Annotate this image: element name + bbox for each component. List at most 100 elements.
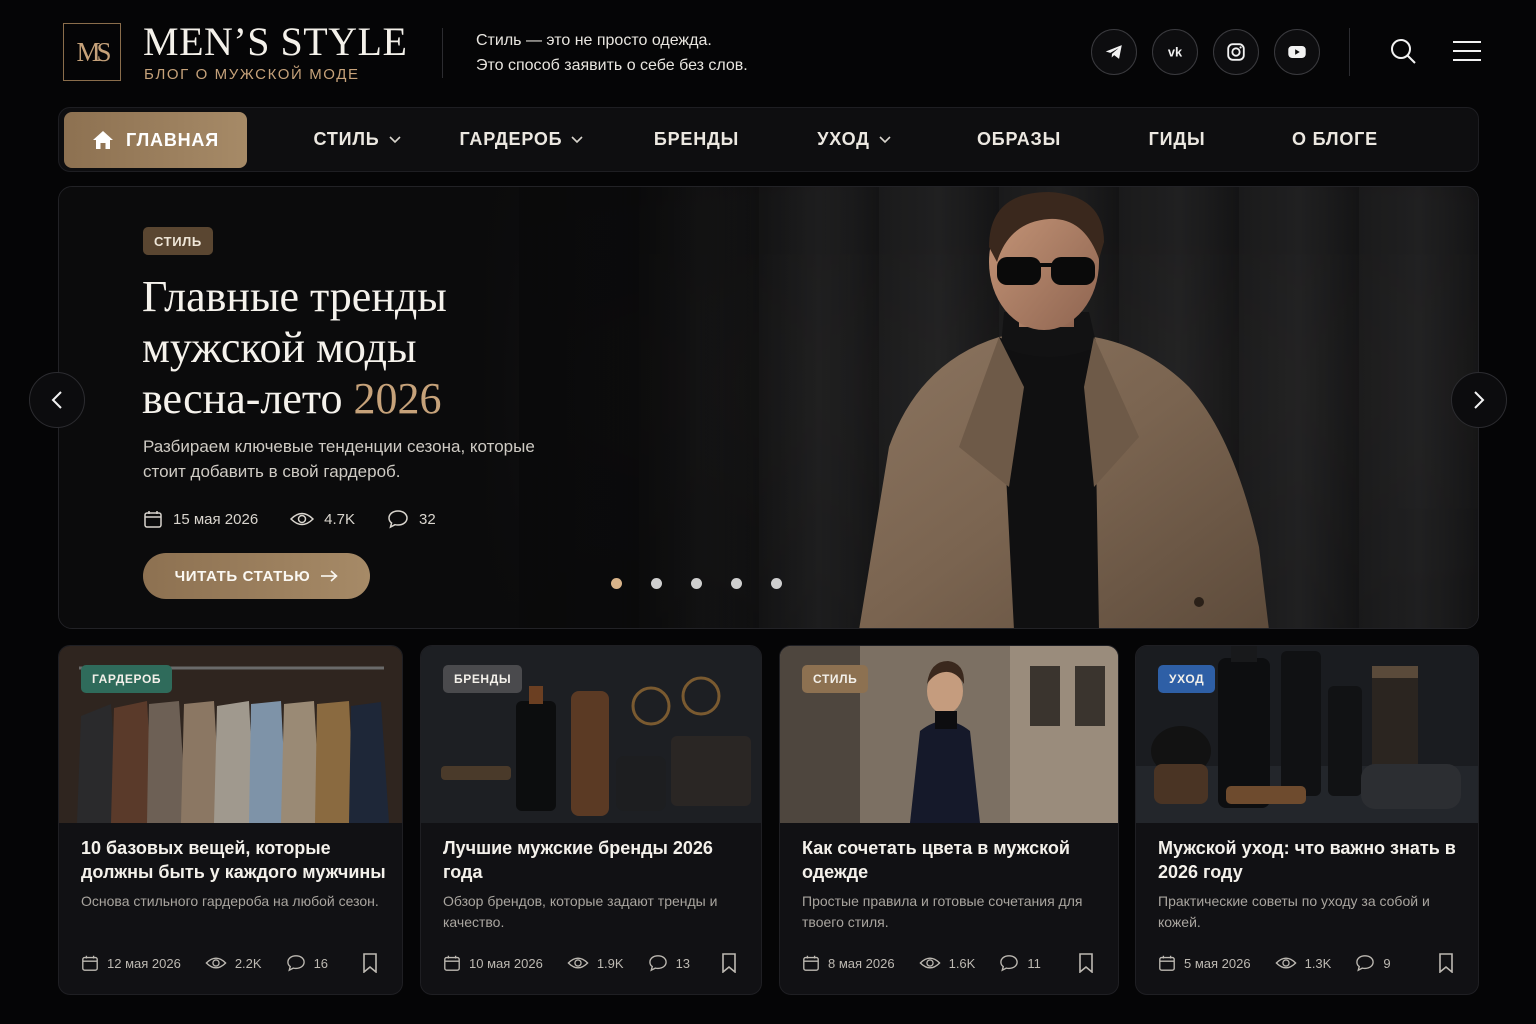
slider-dot[interactable] — [611, 578, 622, 589]
site-title[interactable]: MEN’S STYLE — [143, 18, 407, 65]
slider-next-button[interactable] — [1451, 372, 1507, 428]
comment-icon — [1356, 955, 1375, 972]
card-description: Простые правила и готовые сочетания для … — [802, 893, 1083, 930]
hero-slider: СТИЛЬ Главные тренды мужской моды весна-… — [58, 186, 1479, 629]
nav-item-style[interactable]: СТИЛЬ — [287, 108, 427, 171]
youtube-icon — [1288, 46, 1306, 58]
chevron-left-icon — [51, 391, 62, 409]
instagram-button[interactable] — [1213, 29, 1259, 75]
card-image-grooming-products: УХОД — [1136, 646, 1478, 823]
slider-dot[interactable] — [771, 578, 782, 589]
bookmark-icon[interactable] — [1078, 953, 1094, 973]
telegram-icon — [1105, 45, 1122, 59]
menu-button[interactable] — [1452, 36, 1482, 66]
logo-mark[interactable]: MS — [63, 23, 121, 81]
site-subtitle: БЛОГ О МУЖСКОЙ МОДЕ — [144, 66, 360, 83]
card-views-count: 1.9K — [596, 955, 624, 971]
slider-dot[interactable] — [651, 578, 662, 589]
card-date-text: 10 мая 2026 — [469, 955, 543, 971]
card-date: 12 мая 2026 — [81, 954, 181, 972]
slider-pagination — [611, 578, 811, 589]
nav-item-brands[interactable]: БРЕНДЫ — [629, 108, 764, 171]
calendar-icon — [144, 511, 162, 528]
nav-item-care[interactable]: УХОД — [804, 108, 904, 171]
card-category-badge[interactable]: УХОД — [1158, 665, 1216, 693]
main-nav: ГЛАВНАЯ СТИЛЬ ГАРДЕРОБ БРЕНДЫ УХОД ОБРАЗ… — [58, 107, 1479, 172]
card-date-text: 8 мая 2026 — [828, 955, 895, 971]
card-description: Основа стильного гардероба на любой сезо… — [81, 893, 379, 909]
article-card[interactable]: БРЕНДЫ Лучшие мужские бренды 2026 года О… — [420, 645, 762, 995]
hero-comments-count: 32 — [419, 510, 436, 528]
card-title[interactable]: Мужской уход: что важно знать в 2026 год… — [1158, 836, 1468, 884]
arrow-right-icon — [321, 570, 339, 582]
slider-dot[interactable] — [691, 578, 702, 589]
calendar-icon — [82, 955, 98, 971]
article-card[interactable]: СТИЛЬ Как сочетать цвета в мужской одежд… — [779, 645, 1119, 995]
eye-icon — [567, 957, 589, 969]
article-card[interactable]: УХОД Мужской уход: что важно знать в 202… — [1135, 645, 1479, 995]
card-comments-count: 16 — [313, 955, 329, 971]
nav-item-label: ГИДЫ — [1148, 129, 1206, 149]
card-title[interactable]: Лучшие мужские бренды 2026 года — [443, 836, 753, 884]
nav-item-wardrobe[interactable]: ГАРДЕРОБ — [454, 108, 589, 171]
nav-item-label: ГАРДЕРОБ — [459, 129, 563, 149]
nav-item-label: СТИЛЬ — [313, 129, 380, 149]
card-description: Практические советы по уходу за собой и … — [1158, 893, 1430, 930]
article-card[interactable]: ГАРДЕРОБ 10 базовых вещей, которые должн… — [58, 645, 403, 995]
hero-meta: 15 мая 2026 4.7K 32 — [143, 509, 468, 529]
site-header: MS MEN’S STYLE БЛОГ О МУЖСКОЙ МОДЕ Стиль… — [0, 0, 1536, 105]
card-comments[interactable]: 9 — [1355, 954, 1391, 972]
vk-icon: vk — [1168, 45, 1183, 60]
nav-item-label: О БЛОГЕ — [1292, 129, 1378, 149]
card-category-badge[interactable]: ГАРДЕРОБ — [81, 665, 173, 693]
hero-title-line-2: мужской моды — [142, 323, 417, 372]
nav-item-label: ГЛАВНАЯ — [126, 129, 219, 150]
card-category-badge[interactable]: СТИЛЬ — [802, 665, 869, 693]
card-title[interactable]: Как сочетать цвета в мужской одежде — [802, 836, 1112, 884]
comment-icon — [648, 955, 667, 972]
hero-comments[interactable]: 32 — [387, 509, 436, 529]
card-date: 5 мая 2026 — [1158, 954, 1251, 972]
header-divider — [442, 28, 443, 78]
hero-title[interactable]: Главные тренды мужской моды весна-лето 2… — [142, 271, 582, 424]
calendar-icon — [444, 955, 460, 971]
hero-date-text: 15 мая 2026 — [173, 510, 259, 528]
card-date-text: 12 мая 2026 — [107, 955, 181, 971]
slider-dot[interactable] — [731, 578, 742, 589]
calendar-icon — [803, 955, 819, 971]
hero-category-badge[interactable]: СТИЛЬ — [143, 227, 213, 255]
youtube-button[interactable] — [1274, 29, 1320, 75]
card-category-badge[interactable]: БРЕНДЫ — [443, 665, 523, 693]
comment-icon — [1000, 955, 1019, 972]
telegram-button[interactable] — [1091, 29, 1137, 75]
eye-icon — [1275, 957, 1297, 969]
nav-item-home[interactable]: ГЛАВНАЯ — [64, 112, 247, 168]
hero-description: Разбираем ключевые тенденции сезона, кот… — [143, 437, 535, 481]
nav-item-looks[interactable]: ОБРАЗЫ — [964, 108, 1074, 171]
card-title[interactable]: 10 базовых вещей, которые должны быть у … — [81, 836, 391, 884]
menu-icon — [1453, 41, 1481, 61]
chevron-down-icon — [571, 135, 584, 143]
slider-prev-button[interactable] — [29, 372, 85, 428]
search-button[interactable] — [1388, 36, 1418, 66]
read-article-button[interactable]: ЧИТАТЬ СТАТЬЮ — [143, 553, 370, 599]
search-icon — [1391, 39, 1416, 64]
card-views: 1.6K — [919, 956, 975, 971]
card-comments[interactable]: 13 — [648, 954, 690, 972]
vk-button[interactable]: vk — [1152, 29, 1198, 75]
card-comments[interactable]: 16 — [286, 954, 328, 972]
bookmark-icon[interactable] — [362, 953, 378, 973]
comment-icon — [286, 955, 305, 972]
bookmark-icon[interactable] — [721, 953, 737, 973]
card-views: 1.9K — [567, 956, 624, 971]
card-meta: 8 мая 2026 1.6K 11 — [802, 954, 1065, 972]
card-comments[interactable]: 11 — [999, 954, 1041, 972]
nav-item-label: БРЕНДЫ — [653, 129, 740, 149]
hero-views: 4.7K — [290, 511, 355, 528]
nav-item-guides[interactable]: ГИДЫ — [1134, 108, 1220, 171]
card-meta: 12 мая 2026 2.2K 16 — [81, 954, 352, 972]
nav-item-label: ОБРАЗЫ — [976, 129, 1062, 149]
hero-title-line-3: весна-лето — [142, 374, 343, 423]
nav-item-about[interactable]: О БЛОГЕ — [1279, 108, 1391, 171]
bookmark-icon[interactable] — [1438, 953, 1454, 973]
